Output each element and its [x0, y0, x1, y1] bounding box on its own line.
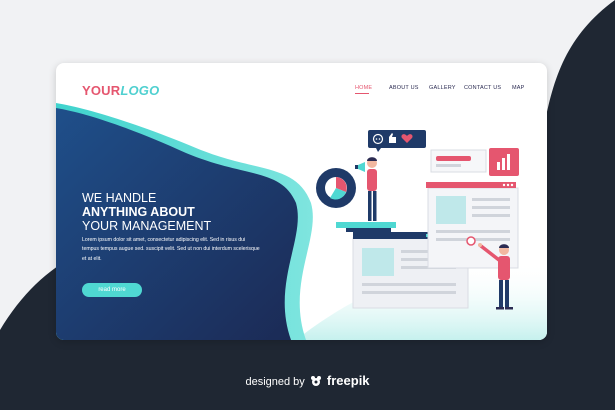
- footer-brand[interactable]: freepik: [327, 373, 370, 388]
- headline-line-3: YOUR MANAGEMENT: [82, 219, 212, 233]
- nav-item-about-us[interactable]: ABOUT US: [389, 85, 419, 91]
- hero-body-text: Lorem ipsum dolor sit amet, consectetur …: [82, 237, 260, 262]
- social-reactions: [368, 130, 426, 152]
- footer-credit: designed by freepik: [0, 373, 615, 390]
- headline-line-1: WE HANDLE: [82, 191, 157, 205]
- megaphone-icon: [355, 162, 365, 172]
- landing-card: YOURLOGO HOME ABOUT US GALLERY CONTACT U…: [56, 63, 547, 340]
- nav-active-underline: [355, 93, 369, 95]
- nav-item-map[interactable]: MAP: [512, 85, 525, 91]
- read-more-button[interactable]: read more: [82, 283, 142, 297]
- freepik-icon: [310, 375, 322, 390]
- nav-item-home[interactable]: HOME: [355, 85, 372, 91]
- headline-line-2: ANYTHING ABOUT: [82, 205, 195, 219]
- main-nav: HOME ABOUT US GALLERY CONTACT US MAP: [56, 85, 547, 99]
- teal-platform: [336, 222, 396, 228]
- footer-prefix: designed by: [245, 376, 305, 388]
- pink-header-bar: [426, 182, 516, 188]
- nav-item-contact-us[interactable]: CONTACT US: [464, 85, 501, 91]
- man-with-megaphone: [355, 157, 377, 221]
- target-dot: [466, 236, 476, 246]
- hero-headline: WE HANDLE ANYTHING ABOUT YOUR MANAGEMENT: [82, 191, 211, 233]
- nav-item-gallery[interactable]: GALLERY: [429, 85, 456, 91]
- bar-chart-icon: [489, 148, 519, 176]
- message-bubble: [430, 149, 487, 173]
- pie-chart-icon: [316, 168, 356, 208]
- management-illustration: [316, 130, 519, 310]
